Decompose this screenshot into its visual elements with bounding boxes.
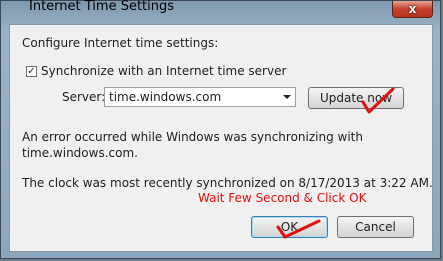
error-message-line2: time.windows.com. [22,146,138,160]
close-button[interactable]: x [392,1,433,18]
dialog-heading: Configure Internet time settings: [22,36,219,50]
server-select[interactable]: time.windows.com [104,87,296,107]
dialog-window: Internet Time Settings x Configure Inter… [0,0,441,259]
close-icon: x [408,2,417,16]
update-now-button[interactable]: Update now [308,87,404,109]
server-value: time.windows.com [109,90,222,104]
error-message-line1: An error occurred while Windows was sync… [22,130,363,144]
sync-checkbox-label[interactable]: Synchronize with an Internet time server [41,64,286,78]
window-title: Internet Time Settings [29,0,175,14]
title-bar[interactable]: Internet Time Settings x [1,0,440,21]
check-icon: ✓ [27,66,36,77]
chevron-down-icon[interactable] [283,95,291,99]
annotation-text: Wait Few Second & Click OK [198,191,367,205]
last-sync-message: The clock was most recently synchronized… [22,176,433,190]
cancel-button[interactable]: Cancel [337,216,414,238]
ok-button[interactable]: OK [251,216,328,238]
server-label: Server: [62,90,106,104]
dialog-content: Configure Internet time settings: ✓ Sync… [9,24,433,252]
sync-checkbox[interactable]: ✓ [26,66,37,77]
